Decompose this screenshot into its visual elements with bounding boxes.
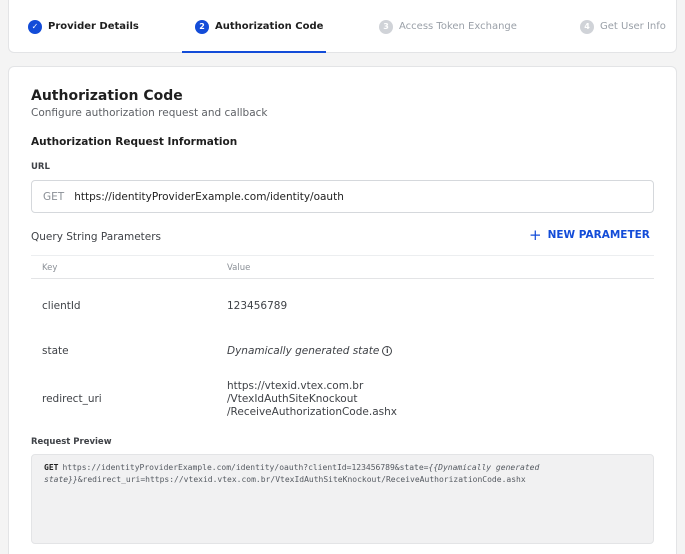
step-number: 2 [195, 19, 209, 34]
step-label: Get User Info [600, 21, 666, 32]
table-row[interactable]: state Dynamically generated state i [31, 333, 654, 373]
url-field[interactable]: GET https://identityProviderExample.com/… [31, 180, 654, 213]
table-row[interactable]: clientId 123456789 [31, 279, 654, 333]
step-number: 4 [580, 19, 594, 34]
row-value: Dynamically generated state [227, 345, 380, 357]
step-get-user-info[interactable]: 4 Get User Info [580, 0, 666, 53]
step-access-token-exchange[interactable]: 3 Access Token Exchange [379, 0, 517, 53]
http-method: GET [43, 190, 65, 203]
step-authorization-code[interactable]: 2 Authorization Code [181, 0, 327, 53]
row-value-line: /ReceiveAuthorizationCode.ashx [227, 406, 397, 418]
step-number: 3 [379, 19, 393, 34]
request-preview-label: Request Preview [31, 437, 112, 447]
row-value: https://vtexid.vtex.com.br /VtexIdAuthSi… [227, 380, 397, 419]
new-parameter-label: NEW PARAMETER [547, 229, 650, 241]
query-params-table: Key Value clientId 123456789 state Dynam… [31, 255, 654, 423]
query-params-label: Query String Parameters [31, 231, 162, 243]
step-label: Access Token Exchange [399, 21, 517, 32]
page-title: Authorization Code [31, 88, 183, 104]
section-heading: Authorization Request Information [31, 136, 238, 148]
column-header-value: Value [227, 263, 251, 273]
info-icon[interactable]: i [382, 346, 393, 356]
step-label: Provider Details [48, 21, 139, 32]
stepper: ✓ Provider Details 2 Authorization Code … [8, 0, 677, 53]
row-value-line: /VtexIdAuthSiteKnockout [227, 393, 358, 405]
row-value-container: Dynamically generated state i [227, 345, 393, 357]
request-preview-box: GET https://identityProviderExample.com/i… [31, 454, 654, 544]
row-value-line: https://vtexid.vtex.com.br [227, 380, 364, 392]
row-key: state [42, 345, 69, 357]
step-label: Authorization Code [215, 21, 324, 32]
table-row[interactable]: redirect_uri https://vtexid.vtex.com.br … [31, 373, 654, 423]
preview-redirect: &redirect_uri=https://vtexid.vtex.com.br… [77, 474, 526, 484]
row-value: 123456789 [227, 300, 288, 312]
step-provider-details[interactable]: ✓ Provider Details [28, 0, 139, 53]
page-subtitle: Configure authorization request and call… [31, 107, 268, 119]
row-key: redirect_uri [42, 393, 102, 405]
row-key: clientId [42, 300, 81, 312]
url-label: URL [31, 162, 50, 172]
check-icon: ✓ [28, 19, 42, 34]
preview-method: GET [44, 463, 59, 472]
new-parameter-button[interactable]: + NEW PARAMETER [529, 226, 650, 244]
table-header: Key Value [31, 255, 654, 279]
plus-icon: + [529, 226, 542, 244]
preview-url: https://identityProviderExample.com/iden… [62, 463, 429, 472]
url-value: https://identityProviderExample.com/iden… [74, 190, 344, 203]
column-header-key: Key [42, 263, 58, 273]
authorization-code-card: Authorization Code Configure authorizati… [8, 66, 677, 554]
